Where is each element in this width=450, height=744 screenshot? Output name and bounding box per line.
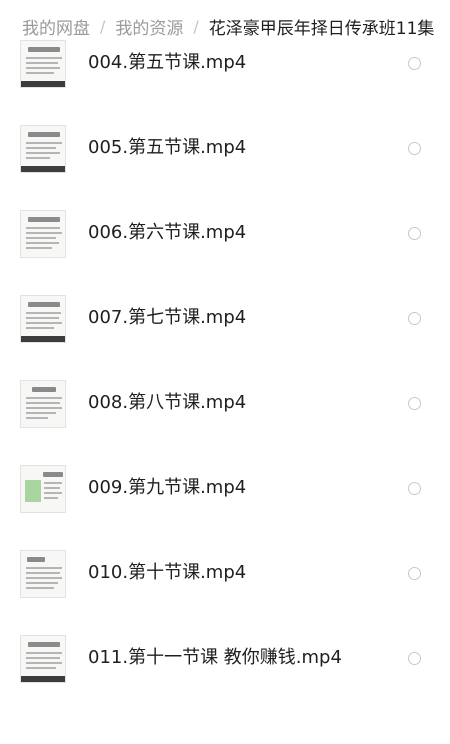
select-radio[interactable] xyxy=(408,652,421,665)
select-radio[interactable] xyxy=(408,397,421,410)
select-radio[interactable] xyxy=(408,312,421,325)
file-name: 009.第九节课.mp4 xyxy=(88,477,247,498)
video-thumbnail-icon xyxy=(20,635,66,683)
file-name: 011.第十一节课 教你赚钱.mp4 xyxy=(88,647,342,668)
video-thumbnail-icon xyxy=(20,210,66,258)
breadcrumb-my-drive[interactable]: 我的网盘 xyxy=(22,14,90,39)
file-row[interactable]: 011.第十一节课 教你赚钱.mp4 xyxy=(0,635,450,744)
breadcrumb: 我的网盘 / 我的资源 / 花泽豪甲辰年择日传承班11集 xyxy=(0,0,450,52)
video-thumbnail-icon xyxy=(20,550,66,598)
file-name: 005.第五节课.mp4 xyxy=(88,137,247,158)
breadcrumb-my-resources[interactable]: 我的资源 xyxy=(115,14,183,39)
video-thumbnail-icon xyxy=(20,380,66,428)
file-name: 004.第五节课.mp4 xyxy=(88,52,247,73)
video-thumbnail-icon xyxy=(20,40,66,88)
file-name: 006.第六节课.mp4 xyxy=(88,222,247,243)
select-radio[interactable] xyxy=(408,227,421,240)
select-radio[interactable] xyxy=(408,482,421,495)
file-name: 008.第八节课.mp4 xyxy=(88,392,247,413)
file-name: 007.第七节课.mp4 xyxy=(88,307,247,328)
file-list: 004.第五节课.mp4 005.第五节课.mp4 006.第六节课.mp4 0… xyxy=(0,40,450,726)
video-thumbnail-icon xyxy=(20,465,66,513)
select-radio[interactable] xyxy=(408,57,421,70)
breadcrumb-current-folder: 花泽豪甲辰年择日传承班11集 xyxy=(208,18,435,39)
file-name: 010.第十节课.mp4 xyxy=(88,562,247,583)
breadcrumb-separator: / xyxy=(193,16,199,36)
video-thumbnail-icon xyxy=(20,295,66,343)
select-radio[interactable] xyxy=(408,567,421,580)
breadcrumb-separator: / xyxy=(100,16,106,36)
video-thumbnail-icon xyxy=(20,125,66,173)
select-radio[interactable] xyxy=(408,142,421,155)
